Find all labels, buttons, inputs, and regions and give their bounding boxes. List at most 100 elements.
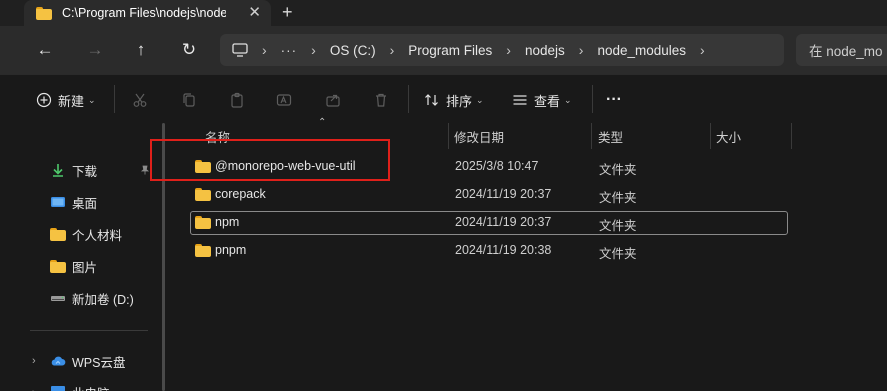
sidebar-item-label: 图片	[72, 260, 98, 275]
column-divider[interactable]	[710, 123, 711, 149]
breadcrumb-overflow[interactable]: ···	[281, 43, 298, 58]
breadcrumb-program-files[interactable]: Program Files	[408, 43, 492, 58]
download-icon	[53, 164, 63, 177]
sidebar-item-label: 个人材料	[72, 228, 123, 243]
folder-icon	[36, 6, 52, 20]
chevron-right-icon[interactable]: ›	[700, 42, 705, 58]
new-label: 新建	[58, 93, 85, 109]
file-type: 文件夹	[599, 163, 637, 177]
sidebar-item-drive-d[interactable]: 新加卷 (D:)	[50, 286, 134, 310]
column-header-modified[interactable]: 修改日期	[454, 127, 504, 146]
column-divider[interactable]	[791, 123, 792, 149]
close-icon[interactable]: ✕	[248, 5, 261, 21]
navigation-pane: 下载 桌面 个人材料 图片 新加卷 (D:) › WPS云盘 ›	[0, 123, 170, 391]
copy-icon	[183, 93, 195, 107]
rename-icon	[276, 94, 292, 106]
share-button[interactable]	[325, 89, 341, 111]
breadcrumb-nodejs[interactable]: nodejs	[525, 43, 565, 58]
delete-button[interactable]	[373, 89, 389, 111]
chevron-right-icon[interactable]: ›	[311, 42, 316, 58]
file-modified: 2024/11/19 20:38	[455, 243, 552, 257]
breadcrumb-node-modules[interactable]: node_modules	[597, 43, 686, 58]
sidebar-item-downloads[interactable]: 下载	[50, 158, 97, 182]
sort-button[interactable]: 排序 ⌄	[424, 89, 484, 111]
sort-icon	[425, 94, 438, 106]
tab-node-modules[interactable]: C:\Program Files\nodejs\node_ ✕	[24, 0, 271, 26]
copy-button[interactable]	[181, 89, 197, 111]
file-name: pnpm	[215, 243, 247, 257]
paste-button[interactable]	[229, 89, 245, 111]
folder-icon	[195, 244, 211, 257]
cloud-icon	[51, 356, 66, 366]
more-options-button[interactable]: ···	[606, 89, 622, 111]
sidebar-item-this-pc[interactable]: 此电脑	[50, 380, 110, 391]
sidebar-item-label: 此电脑	[72, 383, 110, 391]
cut-button[interactable]	[132, 89, 148, 111]
divider	[592, 85, 593, 113]
column-divider[interactable]	[591, 123, 592, 149]
scissors-icon	[133, 93, 147, 107]
search-input[interactable]: 在 node_mo	[796, 34, 887, 66]
drive-icon	[51, 296, 65, 301]
monitor-icon[interactable]	[232, 43, 248, 57]
sidebar-item-wps-cloud[interactable]: WPS云盘	[50, 349, 125, 373]
table-row[interactable]: corepack 2024/11/19 20:37 文件夹	[190, 183, 788, 207]
file-type: 文件夹	[599, 219, 637, 233]
file-type: 文件夹	[599, 191, 637, 205]
file-modified: 2024/11/19 20:37	[455, 215, 552, 229]
sidebar-item-label: 新加卷 (D:)	[72, 292, 134, 307]
file-modified: 2024/11/19 20:37	[455, 187, 552, 201]
trash-icon	[376, 93, 386, 107]
plus-circle-icon	[36, 92, 52, 108]
pin-icon	[140, 165, 150, 178]
chevron-right-icon[interactable]: ›	[32, 355, 36, 367]
chevron-right-icon[interactable]: ›	[32, 387, 36, 391]
rename-button[interactable]	[276, 89, 292, 111]
table-row[interactable]: npm 2024/11/19 20:37 文件夹	[190, 211, 788, 235]
annotation-highlight-box	[150, 139, 390, 181]
sort-label: 排序	[446, 93, 473, 109]
column-header-type[interactable]: 类型	[598, 127, 623, 146]
chevron-down-icon: ⌄	[88, 94, 96, 105]
folder-icon	[50, 227, 66, 241]
column-divider[interactable]	[448, 123, 449, 149]
sidebar-item-personal-materials[interactable]: 个人材料	[50, 222, 122, 246]
divider	[408, 85, 409, 113]
sidebar-item-desktop[interactable]: 桌面	[50, 190, 97, 214]
tab-title: C:\Program Files\nodejs\node_	[62, 6, 226, 20]
chevron-right-icon[interactable]: ›	[390, 42, 395, 58]
view-button[interactable]: 查看 ⌄	[512, 89, 572, 111]
forward-button[interactable]: →	[84, 40, 106, 60]
view-label: 查看	[534, 93, 561, 109]
navigation-bar: ← → ↑ ↻ › ··· › OS (C:) › Program Files …	[0, 26, 887, 74]
folder-icon	[195, 188, 211, 201]
monitor-icon	[51, 386, 65, 391]
table-row[interactable]: pnpm 2024/11/19 20:38 文件夹	[190, 239, 788, 263]
chevron-right-icon[interactable]: ›	[579, 42, 584, 58]
command-bar: 新建 ⌄ 排序 ⌄ 查看 ⌄ ···	[0, 74, 887, 122]
chevron-down-icon: ⌄	[564, 94, 572, 105]
chevron-right-icon[interactable]: ›	[506, 42, 511, 58]
file-name: corepack	[215, 187, 266, 201]
chevron-right-icon[interactable]: ›	[262, 42, 267, 58]
folder-icon	[50, 259, 66, 273]
search-placeholder: 在 node_mo	[809, 44, 883, 59]
sidebar-item-pictures[interactable]: 图片	[50, 254, 97, 278]
folder-icon	[195, 216, 211, 229]
sidebar-item-label: 下载	[72, 164, 98, 179]
share-icon	[326, 94, 340, 107]
column-header-size[interactable]: 大小	[716, 127, 741, 146]
tab-strip: C:\Program Files\nodejs\node_ ✕ +	[0, 0, 887, 26]
new-button[interactable]: 新建 ⌄	[36, 89, 96, 111]
file-modified: 2025/3/8 10:47	[455, 159, 539, 173]
desktop-icon	[51, 197, 65, 207]
file-type: 文件夹	[599, 247, 637, 261]
new-tab-button[interactable]: +	[282, 2, 293, 22]
refresh-button[interactable]: ↻	[178, 40, 200, 60]
divider	[114, 85, 115, 113]
chevron-down-icon: ⌄	[476, 94, 484, 105]
address-bar[interactable]: › ··· › OS (C:) › Program Files › nodejs…	[220, 34, 784, 66]
up-button[interactable]: ↑	[130, 40, 152, 60]
breadcrumb-os-c[interactable]: OS (C:)	[330, 43, 376, 58]
back-button[interactable]: ←	[34, 40, 56, 60]
